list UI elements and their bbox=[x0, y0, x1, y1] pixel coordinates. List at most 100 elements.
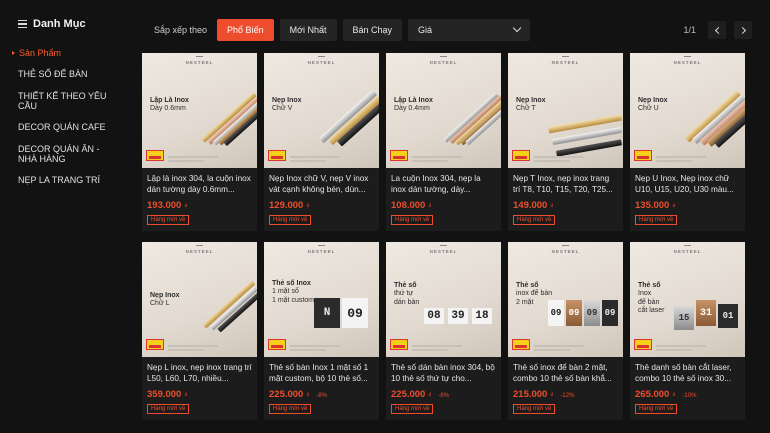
brand-logo-text: NESTEEL bbox=[307, 60, 336, 65]
product-image: NESTEEL Lập Là Inox Dày 0.6mm bbox=[142, 53, 257, 168]
image-title: Thẻ số thứ tự dán bàn bbox=[394, 282, 420, 306]
sort-label: Sắp xếp theo bbox=[154, 25, 208, 35]
number-plate: 18 bbox=[472, 308, 492, 324]
new-arrival-tag: Hàng mới về bbox=[635, 404, 678, 414]
product-price: 135.000 bbox=[635, 200, 670, 211]
new-badge-icon bbox=[390, 150, 408, 161]
new-arrival-tag: Hàng mới về bbox=[513, 215, 556, 225]
currency-symbol: ₫ bbox=[184, 204, 188, 210]
number-plate: 15 bbox=[674, 306, 694, 330]
image-title: Lập Là Inox Dày 0.4mm bbox=[394, 97, 433, 113]
product-price: 215.000 bbox=[513, 389, 548, 400]
sort-bar: Sắp xếp theo Phổ Biến Mới Nhất Bán Chạy … bbox=[142, 18, 752, 42]
category-sidebar: Danh Mục Sản Phẩm THẺ SỐ ĐỂ BÀN THIẾT KẾ… bbox=[0, 0, 140, 433]
new-arrival-tag: Hàng mới về bbox=[147, 215, 190, 225]
sort-popular-button[interactable]: Phổ Biến bbox=[217, 19, 274, 41]
image-title: Nẹp Inox Chữ L bbox=[150, 292, 180, 308]
discount-label: -10% bbox=[682, 393, 697, 399]
discount-label: -8% bbox=[316, 393, 328, 399]
number-plate: 09 bbox=[548, 300, 564, 326]
product-price: 193.000 bbox=[147, 200, 182, 211]
currency-symbol: ₫ bbox=[550, 204, 554, 210]
product-image: NESTEEL Thẻ số Inox 1 mặt số 1 mặt custom… bbox=[264, 242, 379, 357]
sidebar-item-nep-la[interactable]: NẸP LA TRANG TRÍ bbox=[18, 175, 118, 185]
image-title: Thẻ số Inox để bàn cắt laser bbox=[638, 282, 665, 315]
price-sort-select[interactable]: Giá bbox=[408, 19, 531, 41]
number-plate: 01 bbox=[718, 304, 738, 328]
mini-pager: 1/1 bbox=[683, 21, 752, 39]
product-card[interactable]: NESTEEL Lập Là Inox Dày 0.6mm Lập là inox… bbox=[142, 53, 257, 231]
sidebar-item-decor-cafe[interactable]: DECOR QUÁN CAFE bbox=[18, 122, 118, 132]
product-card[interactable]: NESTEEL Lập Là Inox Dày 0.4mm La cuộn Ino… bbox=[386, 53, 501, 231]
product-card[interactable]: NESTEEL Nẹp Inox Chữ L Nẹp L inox, nẹp in… bbox=[142, 242, 257, 420]
product-grid: NESTEEL Lập Là Inox Dày 0.6mm Lập là inox… bbox=[142, 53, 750, 420]
currency-symbol: ₫ bbox=[306, 393, 310, 399]
brand-logo-text: NESTEEL bbox=[307, 249, 336, 254]
currency-symbol: ₫ bbox=[428, 204, 432, 210]
image-title: Nẹp Inox Chữ V bbox=[272, 97, 302, 113]
new-arrival-tag: Hàng mới về bbox=[269, 215, 312, 225]
image-title: Lập Là Inox Dày 0.6mm bbox=[150, 97, 189, 113]
product-card[interactable]: NESTEEL Nẹp Inox Chữ V Nẹp Inox chữ V, nẹ… bbox=[264, 53, 379, 231]
chevron-down-icon bbox=[512, 23, 522, 33]
currency-symbol: ₫ bbox=[672, 204, 676, 210]
new-badge-icon bbox=[146, 339, 164, 350]
number-plate: 09 bbox=[602, 300, 618, 326]
new-arrival-tag: Hàng mới về bbox=[147, 404, 190, 414]
product-card[interactable]: NESTEEL Thẻ số Inox 1 mặt số 1 mặt custom… bbox=[264, 242, 379, 420]
sidebar-item-the-so-de-ban[interactable]: THẺ SỐ ĐỂ BÀN bbox=[18, 69, 118, 79]
number-plate: 09 bbox=[342, 298, 368, 328]
product-price: 265.000 bbox=[635, 389, 670, 400]
number-plate: 08 bbox=[424, 308, 444, 324]
sidebar-item-thiet-ke[interactable]: THIẾT KẾ THEO YÊU CẦU bbox=[18, 91, 118, 112]
sidebar-item-decor-nha-hang[interactable]: DECOR QUÁN ĂN - NHÀ HÀNG bbox=[18, 144, 118, 165]
sidebar-item-san-pham[interactable]: Sản Phẩm bbox=[12, 48, 112, 58]
currency-symbol: ₫ bbox=[428, 393, 432, 399]
sort-bestseller-button[interactable]: Bán Chạy bbox=[342, 19, 403, 41]
product-image: NESTEEL Nẹp Inox Chữ U bbox=[630, 53, 745, 168]
product-card[interactable]: NESTEEL Nẹp Inox Chữ U Nẹp U Inox, Nẹp in… bbox=[630, 53, 745, 231]
new-badge-icon bbox=[512, 150, 530, 161]
number-plate: 09 bbox=[566, 300, 582, 326]
sort-newest-button[interactable]: Mới Nhất bbox=[279, 19, 337, 41]
active-caret-icon bbox=[12, 51, 15, 56]
new-arrival-tag: Hàng mới về bbox=[391, 404, 434, 414]
product-image: NESTEEL Thẻ số inox để bàn 2 mặt 09 09 09… bbox=[508, 242, 623, 357]
brand-logo-text: NESTEEL bbox=[551, 249, 580, 254]
product-price: 225.000 bbox=[269, 389, 304, 400]
product-name: Thẻ số bàn Inox 1 mặt số 1 mặt custom, b… bbox=[269, 363, 369, 384]
number-plate: 31 bbox=[696, 300, 716, 326]
brand-logo-text: NESTEEL bbox=[185, 60, 214, 65]
image-title: Nẹp Inox Chữ U bbox=[638, 97, 668, 113]
product-price: 149.000 bbox=[513, 200, 548, 211]
product-price: 225.000 bbox=[391, 389, 426, 400]
new-badge-icon bbox=[268, 150, 286, 161]
list-menu-icon bbox=[18, 19, 27, 29]
new-badge-icon bbox=[634, 150, 652, 161]
currency-symbol: ₫ bbox=[550, 393, 554, 399]
brand-logo-text: NESTEEL bbox=[185, 249, 214, 254]
image-title: Nẹp Inox Chữ T bbox=[516, 97, 546, 113]
product-name: Nẹp L inox, nẹp inox trang trí L50, L60,… bbox=[147, 363, 252, 384]
new-arrival-tag: Hàng mới về bbox=[269, 404, 312, 414]
sidebar-title: Danh Mục bbox=[18, 18, 140, 30]
product-name: Thẻ danh số bàn cắt laser, combo 10 thẻ … bbox=[635, 363, 732, 384]
next-page-button[interactable] bbox=[734, 21, 752, 39]
new-arrival-tag: Hàng mới về bbox=[513, 404, 556, 414]
currency-symbol: ₫ bbox=[672, 393, 676, 399]
product-card[interactable]: NESTEEL Nẹp Inox Chữ T Nẹp T Inox, nẹp in… bbox=[508, 53, 623, 231]
chevron-right-icon bbox=[738, 26, 746, 34]
brand-logo-text: NESTEEL bbox=[429, 60, 458, 65]
new-badge-icon bbox=[634, 339, 652, 350]
product-price: 129.000 bbox=[269, 200, 304, 211]
product-card[interactable]: NESTEEL Thẻ số thứ tự dán bàn 08 39 18 Th… bbox=[386, 242, 501, 420]
new-badge-icon bbox=[512, 339, 530, 350]
discount-label: -12% bbox=[560, 393, 575, 399]
page-indicator: 1/1 bbox=[683, 25, 696, 35]
currency-symbol: ₫ bbox=[184, 393, 188, 399]
product-price: 359.000 bbox=[147, 389, 182, 400]
price-select-label: Giá bbox=[418, 25, 433, 35]
prev-page-button[interactable] bbox=[708, 21, 726, 39]
product-card[interactable]: NESTEEL Thẻ số Inox để bàn cắt laser 15 3… bbox=[630, 242, 745, 420]
product-card[interactable]: NESTEEL Thẻ số inox để bàn 2 mặt 09 09 09… bbox=[508, 242, 623, 420]
